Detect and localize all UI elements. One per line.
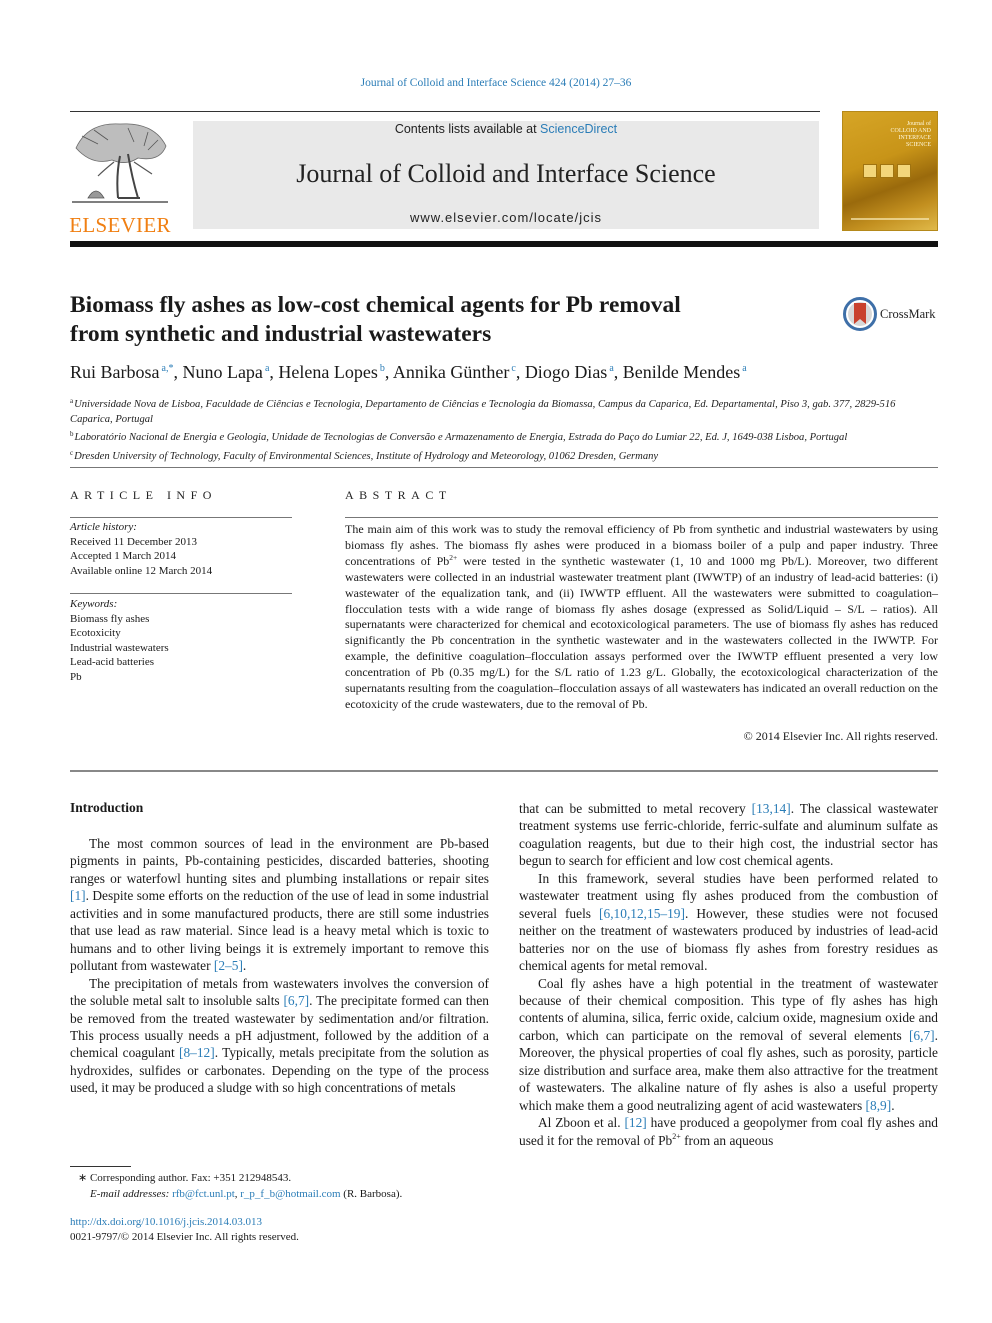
author-affiliation-mark[interactable]: b (380, 363, 385, 374)
author[interactable]: Annika Günther c (393, 362, 516, 382)
body-column-left: The most common sources of lead in the e… (70, 835, 489, 1097)
cover-title-line: Journal of (906, 121, 931, 127)
author[interactable]: Helena Lopes b (278, 362, 384, 382)
footnotes: ∗ Corresponding author. Fax: +351 212948… (78, 1170, 508, 1202)
header-thick-rule (70, 241, 938, 247)
article-title-line-1: Biomass fly ashes as low-cost chemical a… (70, 292, 681, 318)
abstract-heading: ABSTRACT (345, 488, 452, 502)
elsevier-tree-icon (72, 123, 168, 203)
sciencedirect-link[interactable]: ScienceDirect (540, 122, 617, 136)
affiliation: aUniversidade Nova de Lisboa, Faculdade … (70, 397, 896, 425)
cover-image-band (863, 164, 911, 178)
cover-title-line: COLLOID AND (890, 128, 932, 134)
footnote-rule (70, 1166, 131, 1167)
article-info-heading: ARTICLE INFO (70, 488, 217, 502)
keyword: Lead-acid batteries (70, 656, 154, 668)
citation-link[interactable]: [13,14] (752, 801, 791, 816)
keywords: Keywords: Biomass fly ashes Ecotoxicity … (70, 597, 292, 684)
author-affiliation-mark[interactable]: a (265, 363, 269, 374)
author[interactable]: Nuno Lapa a (182, 362, 269, 382)
history-item: Accepted 1 March 2014 (70, 550, 176, 562)
keyword: Industrial wastewaters (70, 641, 169, 654)
abstract-text: The main aim of this work was to study t… (345, 522, 938, 711)
author-affiliation-mark[interactable]: a (742, 363, 746, 374)
doi-link[interactable]: http://dx.doi.org/10.1016/j.jcis.2014.03… (70, 1215, 299, 1230)
keywords-divider (70, 593, 292, 594)
body-paragraph: The most common sources of lead in the e… (70, 836, 489, 974)
citation-link[interactable]: [6,10,12,15–19] (599, 906, 685, 921)
body-column-right: that can be submitted to metal recovery … (519, 800, 938, 1149)
crossmark-icon (843, 297, 877, 331)
elsevier-logo[interactable]: ELSEVIER (68, 118, 172, 237)
author-list: Rui Barbosa a,*, Nuno Lapa a, Helena Lopes… (70, 362, 747, 382)
author[interactable]: Rui Barbosa a,* (70, 362, 173, 382)
crossmark-button[interactable]: CrossMark (843, 297, 936, 331)
journal-name: Journal of Colloid and Interface Science (296, 159, 716, 188)
email-link[interactable]: r_p_f_b@hotmail.com (240, 1188, 340, 1200)
affiliation: bLaboratório Nacional de Energia e Geolo… (70, 430, 848, 443)
running-head-journal-citation[interactable]: Journal of Colloid and Interface Science… (0, 77, 992, 89)
article-title: Biomass fly ashes as low-cost chemical a… (70, 291, 770, 349)
author[interactable]: Diogo Dias a (525, 362, 614, 382)
citation-link[interactable]: [8–12] (179, 1045, 215, 1060)
journal-url-link[interactable]: www.elsevier.com/locate/jcis (193, 210, 819, 225)
keyword: Pb (70, 670, 82, 683)
email-link[interactable]: rfb@fct.unl.pt (172, 1188, 235, 1200)
author-affiliation-mark[interactable]: a,* (162, 363, 174, 374)
citation-link[interactable]: [12] (624, 1115, 646, 1130)
keywords-label: Keywords: (70, 598, 118, 610)
citation-link[interactable]: [1] (70, 888, 86, 903)
cover-title: Journal of COLLOID AND INTERFACE SCIENCE (891, 121, 932, 149)
article-history-label: Article history: (70, 521, 137, 533)
affiliations: aUniversidade Nova de Lisboa, Faculdade … (70, 394, 940, 464)
email-label: E-mail addresses: (90, 1188, 173, 1200)
cover-title-line: INTERFACE (898, 135, 931, 141)
keyword: Ecotoxicity (70, 627, 121, 639)
keyword: Biomass fly ashes (70, 612, 150, 625)
article-history: Article history: Received 11 December 20… (70, 520, 292, 578)
body-paragraph: In this framework, several studies have … (519, 870, 938, 974)
email-addresses: E-mail addresses: rfb@fct.unl.pt, r_p_f_… (90, 1188, 403, 1200)
journal-cover-thumbnail[interactable]: Journal of COLLOID AND INTERFACE SCIENCE (842, 111, 938, 231)
body-paragraph: The precipitation of metals from wastewa… (70, 975, 489, 1096)
cover-title-line: SCIENCE (905, 142, 931, 148)
issn-copyright: 0021-9797/© 2014 Elsevier Inc. All right… (70, 1231, 299, 1243)
abstract-copyright: © 2014 Elsevier Inc. All rights reserved… (743, 729, 938, 743)
elsevier-wordmark: ELSEVIER (69, 213, 171, 237)
affiliation: cDresden University of Technology, Facul… (70, 448, 659, 462)
article-title-line-2: from synthetic and industrial wastewater… (70, 321, 492, 347)
author-affiliation-mark[interactable]: c (511, 363, 515, 374)
crossmark-label: CrossMark (880, 306, 936, 321)
citation-link[interactable]: [8,9] (866, 1098, 892, 1113)
doi-block: http://dx.doi.org/10.1016/j.jcis.2014.03… (70, 1215, 299, 1245)
history-item: Available online 12 March 2014 (70, 564, 213, 577)
contents-prefix: Contents lists available at (394, 122, 541, 136)
body-paragraph: Al Zboon et al. [12] have produced a geo… (519, 1115, 938, 1148)
section-heading-introduction: Introduction (70, 800, 144, 815)
cover-footer-line (851, 218, 929, 220)
author[interactable]: Benilde Mendes a (623, 362, 747, 382)
body-paragraph: Coal fly ashes have a high potential in … (519, 975, 938, 1113)
citation-link[interactable]: [6,7] (909, 1028, 935, 1043)
journal-masthead: Contents lists available at ScienceDirec… (193, 121, 819, 229)
citation-link[interactable]: [6,7] (283, 993, 309, 1008)
affiliations-divider (70, 467, 938, 468)
citation-link[interactable]: [2–5] (214, 958, 243, 973)
header-top-rule (70, 111, 820, 112)
history-item: Received 11 December 2013 (70, 535, 197, 548)
abstract-divider (345, 517, 938, 518)
author-affiliation-mark[interactable]: a (609, 363, 613, 374)
article-info-divider (70, 517, 292, 518)
corresponding-author-note: ∗ Corresponding author. Fax: +351 212948… (78, 1172, 292, 1184)
body-paragraph: that can be submitted to metal recovery … (519, 801, 938, 869)
contents-line: Contents lists available at ScienceDirec… (193, 121, 819, 137)
abstract-bottom-rule (70, 770, 938, 772)
